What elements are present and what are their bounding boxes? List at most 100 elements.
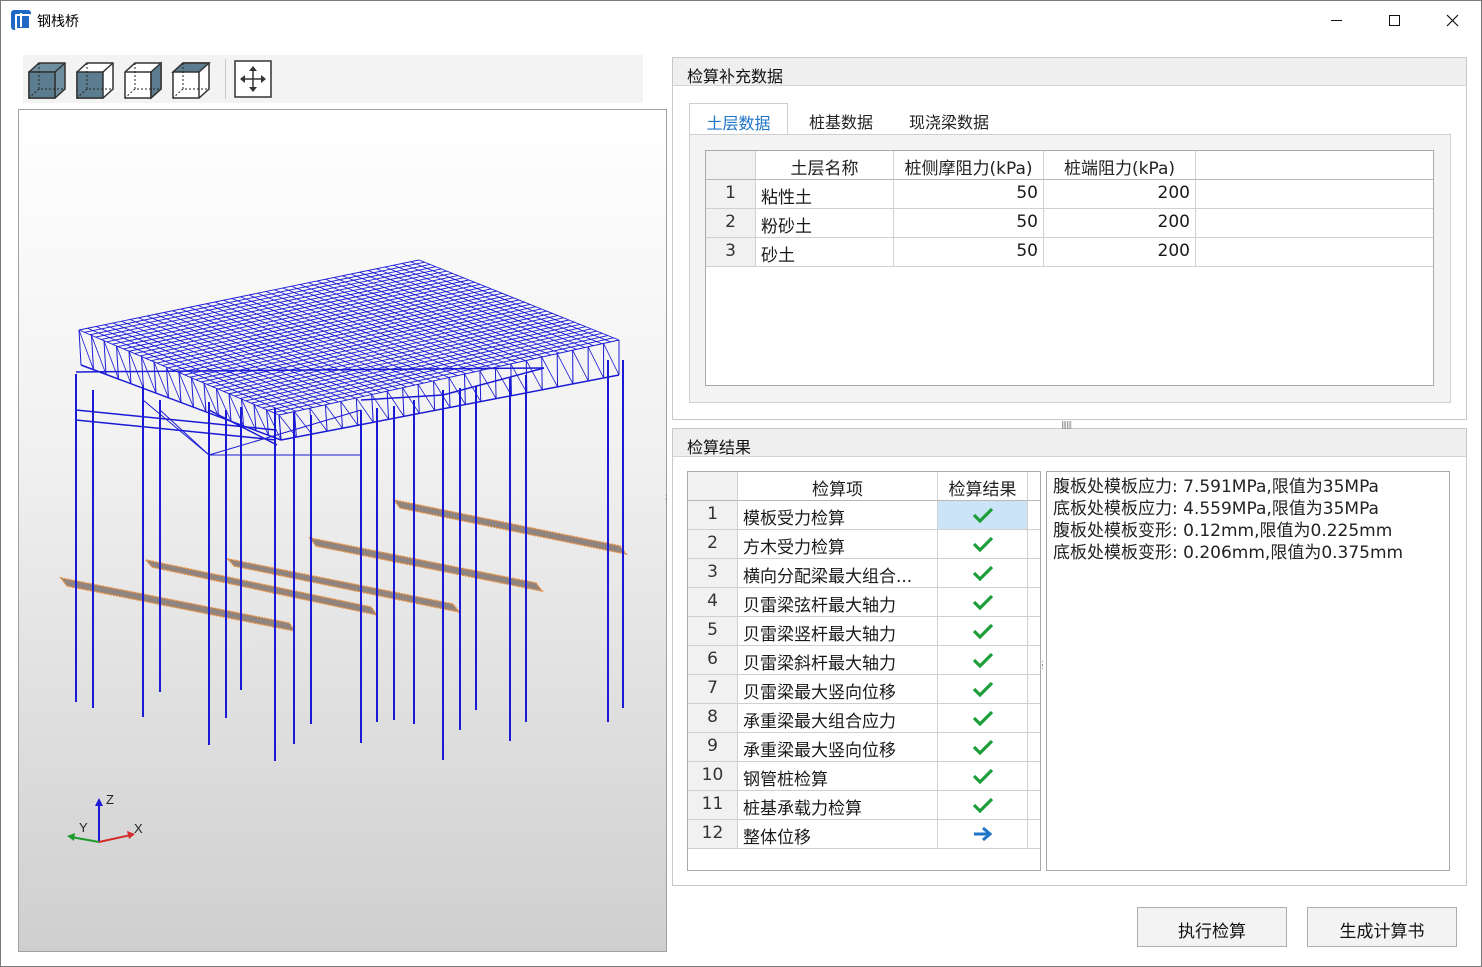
truss-diagonal [572, 350, 589, 382]
table-cell[interactable]: 粉砂土 [756, 209, 894, 238]
row-header[interactable]: 1 [688, 501, 738, 530]
table-cell-filler [1028, 820, 1040, 849]
check-result-cell[interactable] [938, 501, 1028, 530]
check-item-name[interactable]: 贝雷梁弦杆最大轴力 [738, 588, 938, 617]
truss-diagonal [448, 377, 466, 405]
tab-pile[interactable]: 桩基数据 [793, 103, 889, 135]
maximize-button[interactable] [1365, 1, 1423, 39]
table-cell-filler [1196, 238, 1433, 267]
table-cell[interactable]: 50 [894, 180, 1044, 209]
view-iso-2-icon [76, 62, 114, 99]
axis-x-line [98, 834, 132, 843]
check-result-cell[interactable] [938, 559, 1028, 588]
row-header[interactable]: 9 [688, 733, 738, 762]
deck-crossbeam [384, 266, 586, 348]
check-result-cell[interactable] [938, 791, 1028, 820]
check-item-name[interactable]: 横向分配梁最大组合... [738, 559, 938, 588]
column-header[interactable]: 土层名称 [756, 151, 894, 180]
truss-vertical [402, 387, 405, 417]
vertical-splitter-grip-right[interactable]: :: [1041, 659, 1045, 671]
close-button[interactable] [1423, 1, 1481, 39]
row-header[interactable]: 3 [706, 238, 756, 267]
row-header[interactable]: 3 [688, 559, 738, 588]
truss-vertical [340, 401, 343, 429]
view-iso-4-button[interactable] [169, 58, 211, 100]
row-header[interactable]: 12 [688, 820, 738, 849]
check-result-cell[interactable] [938, 704, 1028, 733]
truss-diagonal [386, 390, 405, 417]
table-cell[interactable]: 200 [1044, 180, 1196, 209]
minimize-button[interactable] [1307, 1, 1365, 39]
row-header[interactable]: 6 [688, 646, 738, 675]
row-header[interactable]: 2 [706, 209, 756, 238]
column-header[interactable]: 桩侧摩阻力(kPa) [894, 151, 1044, 180]
check-result-cell[interactable] [938, 530, 1028, 559]
view-iso-1-button[interactable] [25, 58, 67, 100]
column-header[interactable]: 桩端阻力(kPa) [1044, 151, 1196, 180]
model-viewport[interactable]: Z Y X [18, 109, 667, 952]
supplement-group-title: 检算补充数据 [673, 58, 1466, 86]
check-item-name[interactable]: 方木受力检算 [738, 530, 938, 559]
horizontal-splitter-grip[interactable]: |||||| [1061, 420, 1072, 429]
check-item-name[interactable]: 桩基承载力检算 [738, 791, 938, 820]
table-cell-filler [1028, 675, 1040, 704]
check-result-cell[interactable] [938, 762, 1028, 791]
row-header[interactable]: 5 [688, 617, 738, 646]
row-header[interactable]: 7 [688, 675, 738, 704]
row-header[interactable]: 8 [688, 704, 738, 733]
results-group-title: 检算结果 [673, 429, 1466, 457]
check-result-cell[interactable] [938, 588, 1028, 617]
check-item-name[interactable]: 模板受力检算 [738, 501, 938, 530]
check-item-name[interactable]: 贝雷梁竖杆最大轴力 [738, 617, 938, 646]
fit-view-button[interactable] [232, 58, 274, 100]
truss-diagonal [402, 387, 420, 414]
table-cell[interactable]: 粘性土 [756, 180, 894, 209]
view-iso-2-button[interactable] [73, 58, 115, 100]
table-cell[interactable]: 50 [894, 238, 1044, 267]
check-item-name[interactable]: 整体位移 [738, 820, 938, 849]
table-cell[interactable]: 200 [1044, 238, 1196, 267]
generate-report-button[interactable]: 生成计算书 [1307, 907, 1457, 947]
row-header[interactable]: 1 [706, 180, 756, 209]
truss-vertical [494, 367, 497, 399]
table-cell[interactable]: 50 [894, 209, 1044, 238]
table-cell[interactable]: 200 [1044, 209, 1196, 238]
truss-diagonal [541, 356, 558, 388]
row-header[interactable]: 2 [688, 530, 738, 559]
check-result-cell[interactable] [938, 617, 1028, 646]
deck-crossbeam [350, 273, 552, 356]
deck-crossbeam [410, 261, 611, 343]
table-cell-filler [1196, 180, 1433, 209]
check-item-name[interactable]: 贝雷梁斜杆最大轴力 [738, 646, 938, 675]
run-check-button[interactable]: 执行检算 [1137, 907, 1287, 947]
check-mark-icon [972, 710, 993, 727]
table-cell-filler [1028, 704, 1040, 733]
row-header[interactable]: 11 [688, 791, 738, 820]
tab-cast-beam[interactable]: 现浇梁数据 [895, 103, 1003, 135]
result-detail-text[interactable]: 腹板处模板应力: 7.591MPa,限值为35MPa 底板处模板应力: 4.559… [1046, 471, 1450, 871]
row-header[interactable]: 10 [688, 762, 738, 791]
truss-diagonal [587, 346, 604, 379]
check-item-name[interactable]: 承重梁最大组合应力 [738, 704, 938, 733]
check-result-cell[interactable] [938, 820, 1028, 849]
view-iso-3-button[interactable] [121, 58, 163, 100]
cap-beam [75, 419, 277, 441]
column-header[interactable]: 检算项 [738, 472, 938, 501]
check-result-cell[interactable] [938, 675, 1028, 704]
check-result-cell[interactable] [938, 646, 1028, 675]
results-table[interactable]: 检算项 检算结果 1 模板受力检算 2 方木受力检算 3 横向分配梁最大组合... 4 贝雷梁… [687, 471, 1041, 871]
maximize-icon [1388, 14, 1400, 26]
check-item-name[interactable]: 钢管桩检算 [738, 762, 938, 791]
truss-diagonal [603, 343, 620, 376]
table-cell-filler [1028, 530, 1040, 559]
check-item-name[interactable]: 承重梁最大竖向位移 [738, 733, 938, 762]
check-mark-icon [972, 652, 993, 669]
soil-table[interactable]: 土层名称 桩侧摩阻力(kPa) 桩端阻力(kPa) 1 粘性土 50 200 2 粉砂土 5… [705, 150, 1434, 386]
row-header[interactable]: 4 [688, 588, 738, 617]
column-header[interactable]: 检算结果 [938, 472, 1028, 501]
check-result-cell[interactable] [938, 733, 1028, 762]
vertical-splitter-grip-left[interactable]: :: [665, 493, 669, 505]
check-item-name[interactable]: 贝雷梁最大竖向位移 [738, 675, 938, 704]
tab-soil[interactable]: 土层数据 [689, 103, 788, 135]
table-cell[interactable]: 砂土 [756, 238, 894, 267]
